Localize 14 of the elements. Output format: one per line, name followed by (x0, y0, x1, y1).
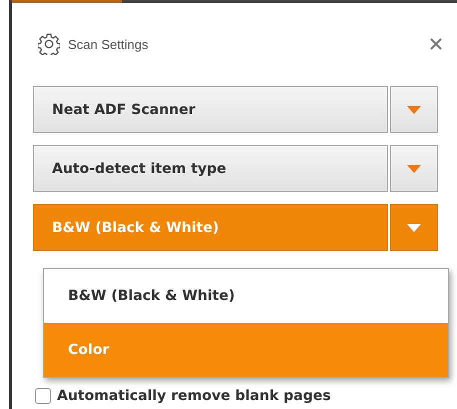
caret-icon (407, 106, 421, 114)
caret-icon (407, 164, 421, 172)
caret-icon (407, 224, 421, 232)
gear-icon (38, 33, 60, 55)
checkbox-label: Automatically remove blank pages (57, 388, 331, 404)
dropdown-field[interactable]: Auto-detect item type (33, 145, 388, 192)
menu-item[interactable]: B&W (Black & White) (44, 269, 448, 323)
checkbox[interactable] (35, 388, 51, 404)
dropdown-field[interactable]: Neat ADF Scanner (33, 86, 388, 133)
dropdown-button[interactable] (390, 86, 438, 133)
window-title: Scan Settings (68, 36, 150, 52)
close-icon[interactable] (430, 38, 442, 50)
dropdown-button[interactable] (390, 204, 438, 251)
dropdown-button[interactable] (390, 145, 438, 192)
